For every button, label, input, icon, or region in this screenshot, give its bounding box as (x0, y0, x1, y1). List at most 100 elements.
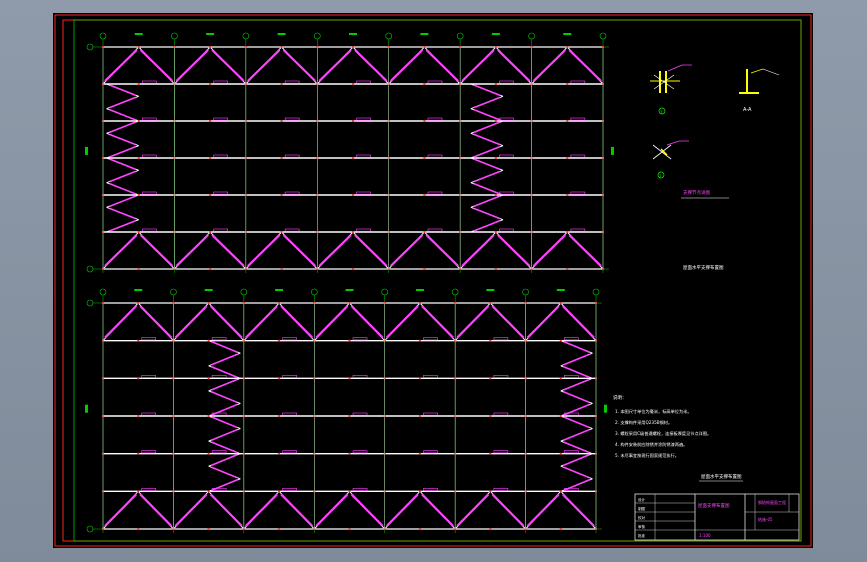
joint-node (494, 156, 497, 160)
joint-node (348, 452, 351, 455)
joint-node (494, 230, 497, 234)
member-tag (499, 154, 514, 158)
cross-brace-tag (245, 305, 278, 339)
member-tag (141, 154, 157, 158)
joint-node (137, 377, 140, 380)
member-tag (284, 191, 300, 195)
column-brace-tag (109, 96, 137, 109)
joint-node (351, 82, 355, 86)
joint-node (209, 267, 212, 271)
section-aa-detail[interactable]: A-A (739, 68, 780, 113)
column-brace-tag (109, 145, 137, 158)
cross-brace-tag (354, 49, 388, 82)
svg-text:校对: 校对 (638, 515, 646, 520)
joint-node (207, 339, 210, 342)
cross-brace-tag (350, 493, 384, 527)
joint-node (489, 301, 492, 305)
svg-text:审核: 审核 (638, 524, 646, 529)
dimension-mark (556, 289, 565, 291)
top-bracing-plan[interactable]: 屋面水平支撑布置图 (85, 32, 724, 273)
cross-brace-tag (318, 49, 352, 82)
grid-bubble (242, 32, 250, 40)
column-brace-tag (563, 403, 590, 416)
joint-node (559, 452, 562, 455)
member-tag (564, 450, 579, 454)
joint-node (566, 267, 569, 271)
cross-brace-tag (282, 49, 317, 82)
member-tag (352, 412, 368, 416)
joint-node (207, 527, 210, 531)
joint-node (489, 414, 492, 418)
joint-node (566, 119, 569, 123)
joint-node (209, 45, 212, 49)
member-tag (499, 80, 514, 84)
joint-node (351, 156, 355, 160)
joint-node (494, 193, 497, 197)
grid-bubble (381, 288, 389, 296)
member-tag (352, 450, 368, 454)
cross-brace-tag (354, 234, 388, 267)
joint-node (137, 82, 140, 86)
column-brace-tag (473, 158, 501, 171)
bottom-bracing-plan[interactable] (85, 288, 607, 533)
joint-node (489, 527, 492, 531)
joint-node (489, 452, 492, 455)
column-brace-tag (473, 207, 501, 220)
column-brace-tag (109, 121, 137, 134)
drawing-sheet[interactable]: 屋面水平支撑布置图 1 A-A 2 支撑节点详图 说明： 1. 本图尺寸单位为毫… (53, 13, 813, 548)
cad-viewport[interactable]: 屋面水平支撑布置图 1 A-A 2 支撑节点详图 说明： 1. 本图尺寸单位为毫… (0, 0, 867, 562)
column-brace-tag (211, 353, 238, 366)
joint-node (418, 414, 422, 418)
member-tag (427, 117, 443, 121)
cross-brace-tag (280, 305, 314, 339)
dimension-mark (349, 33, 357, 35)
grid-bubble (99, 32, 107, 40)
cross-brace-tag (532, 234, 567, 267)
joint-node (277, 527, 281, 531)
member-tag (141, 412, 157, 416)
node-detail-1[interactable]: 1 (650, 64, 692, 115)
detail-caption: 支撑节点详图 (683, 189, 710, 196)
cross-brace-tag (389, 234, 424, 267)
column-brace-tag (563, 366, 590, 379)
joint-node (137, 230, 140, 234)
grid-bubble (170, 288, 177, 296)
member-tag (493, 450, 509, 454)
joint-node (137, 452, 140, 455)
member-tag (213, 80, 229, 84)
column-brace-tag (473, 170, 501, 183)
cross-brace-tag (104, 305, 137, 339)
cross-brace-tag (526, 305, 560, 339)
svg-text:制图: 制图 (638, 506, 646, 511)
node-detail-2[interactable]: 2 (652, 140, 689, 179)
top-plan-caption: 屋面水平支撑布置图 (683, 264, 724, 271)
member-tag (427, 228, 443, 232)
cad-drawing: 屋面水平支撑布置图 1 A-A 2 支撑节点详图 说明：1. 本图尺寸单位为毫米… (54, 14, 812, 547)
joint-node (207, 452, 210, 455)
side-marker (85, 404, 88, 413)
member-tag (427, 80, 443, 84)
title-block[interactable]: 屋面支撑布置图 钢结构屋面工程 结施-05 1:100 设计 制图 校对 审核 … (634, 493, 800, 541)
grid-bubble (522, 288, 529, 296)
note-line: 4. 构件安装前应除锈并涂防锈漆两遍。 (615, 441, 687, 448)
joint-node (351, 267, 355, 271)
joint-node (280, 193, 283, 197)
cross-brace-tag (562, 305, 595, 339)
dimension-mark (345, 289, 354, 291)
cross-brace-tag (175, 49, 209, 82)
cross-brace-tag (421, 305, 454, 339)
cross-brace-tag (385, 493, 419, 527)
member-tag (141, 117, 157, 121)
column-brace-tag (211, 403, 238, 416)
column-brace-tag (473, 121, 501, 134)
joint-node (348, 527, 351, 531)
joint-node (207, 377, 210, 380)
note-line: 3. 螺栓采用C级普通螺栓，连接板厚度见节点详图。 (615, 430, 711, 437)
joint-node (209, 119, 212, 123)
cross-brace-tag (568, 234, 602, 267)
column-brace-tag (211, 453, 238, 466)
member-tag (499, 191, 514, 195)
cross-brace-tag (139, 305, 173, 339)
dimension-mark (420, 33, 429, 35)
joint-node (137, 156, 140, 160)
